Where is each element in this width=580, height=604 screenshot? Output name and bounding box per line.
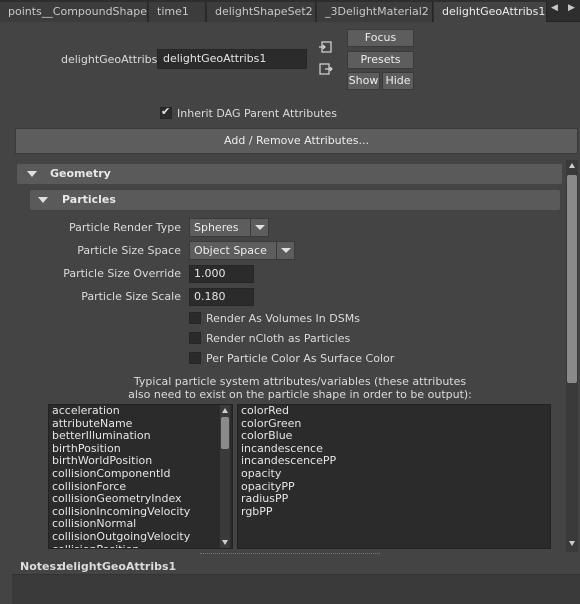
- chevron-down-icon: [250, 219, 268, 236]
- scroll-up-icon[interactable]: [569, 163, 575, 168]
- render-type-label: Particle Render Type: [68, 221, 181, 234]
- attribute-list-item[interactable]: collisionOutgoingVelocity: [49, 530, 232, 544]
- selected-attribute-list-item[interactable]: rgbPP: [238, 505, 550, 519]
- particle-info-text: Typical particle system attributes/varia…: [60, 375, 540, 401]
- node-name-label: delightGeoAttribs:: [61, 53, 162, 66]
- geometry-frame-header[interactable]: Geometry: [17, 164, 562, 184]
- size-override-field[interactable]: 1.000: [189, 265, 254, 283]
- selected-attribute-list-item[interactable]: colorRed: [238, 405, 550, 418]
- attribute-list-item[interactable]: collisionGeometryIndex: [49, 493, 232, 506]
- show-button[interactable]: Show: [347, 72, 380, 90]
- scroll-down-icon[interactable]: [569, 541, 575, 546]
- attribute-list-item[interactable]: acceleration: [49, 405, 232, 418]
- tab-time1[interactable]: time1: [149, 2, 206, 22]
- particles-frame-title: Particles: [62, 193, 116, 206]
- render-volumes-dsm-label: Render As Volumes In DSMs: [206, 312, 360, 325]
- per-particle-color-checkbox[interactable]: [189, 352, 201, 364]
- selected-attribute-list-item[interactable]: incandescencePP: [238, 455, 550, 468]
- per-particle-color-label: Per Particle Color As Surface Color: [206, 352, 395, 365]
- info-line-1: Typical particle system attributes/varia…: [133, 375, 467, 388]
- attribute-list-item[interactable]: collisionPosition: [49, 543, 232, 548]
- render-ncloth-checkbox[interactable]: [189, 332, 201, 344]
- scrollbar-thumb[interactable]: [567, 175, 577, 383]
- chevron-down-icon: [276, 242, 294, 259]
- notes-label: Notes:: [20, 560, 61, 573]
- size-override-label: Particle Size Override: [63, 267, 181, 280]
- selected-attribute-list-item[interactable]: colorBlue: [238, 430, 550, 443]
- tab-scroll-right-icon[interactable]: ▶: [568, 3, 575, 13]
- presets-button[interactable]: Presets: [347, 51, 414, 69]
- hide-button[interactable]: Hide: [382, 72, 414, 90]
- node-name-field[interactable]: delightGeoAttribs1: [157, 49, 307, 69]
- size-scale-field[interactable]: 0.180: [189, 288, 254, 306]
- size-scale-label: Particle Size Scale: [81, 290, 181, 303]
- add-remove-attributes-button[interactable]: Add / Remove Attributes...: [15, 128, 578, 154]
- scrollbar-thumb[interactable]: [221, 417, 229, 449]
- size-space-label: Particle Size Space: [77, 244, 181, 257]
- inherit-dag-label: Inherit DAG Parent Attributes: [177, 107, 337, 120]
- tab-bar: points__CompoundShape time1 delightShape…: [0, 0, 580, 22]
- render-ncloth-label: Render nCloth as Particles: [206, 332, 351, 345]
- geometry-frame-title: Geometry: [50, 167, 111, 180]
- render-type-value: Spheres: [194, 221, 239, 234]
- selected-attributes-list[interactable]: colorRed colorGreen colorBlue incandescence…: [237, 404, 551, 549]
- tab-3delightmaterial2[interactable]: _3DelightMaterial2: [317, 2, 433, 22]
- collapse-triangle-icon: [38, 197, 48, 203]
- pane-splitter[interactable]: [200, 553, 380, 555]
- inherit-dag-checkbox[interactable]: [160, 105, 172, 119]
- attribute-list-item[interactable]: betterIllumination: [49, 430, 232, 443]
- info-line-2: also need to exist on the particle shape…: [128, 388, 472, 401]
- selected-attribute-list-item[interactable]: opacity: [238, 467, 550, 481]
- tab-delightshapeset2[interactable]: delightShapeSet2: [207, 2, 316, 22]
- render-volumes-dsm-checkbox[interactable]: [189, 312, 201, 324]
- particles-frame-header[interactable]: Particles: [30, 190, 560, 210]
- size-space-dropdown[interactable]: Object Space: [189, 241, 295, 260]
- main-scrollbar[interactable]: [566, 160, 578, 552]
- notes-bar: Notes: delightGeoAttribs1: [0, 556, 580, 576]
- notes-text-area[interactable]: [12, 574, 580, 604]
- select-input-icon[interactable]: [319, 40, 333, 54]
- collapse-triangle-icon: [27, 171, 37, 177]
- render-type-dropdown[interactable]: Spheres: [189, 218, 269, 237]
- notes-node-name: delightGeoAttribs1: [58, 560, 177, 573]
- tab-points-compoundshape[interactable]: points__CompoundShape: [0, 2, 148, 22]
- attribute-list-item[interactable]: collisionComponentId: [49, 467, 232, 481]
- focus-button[interactable]: Focus: [347, 29, 414, 47]
- tab-scroll-left-icon[interactable]: ◀: [551, 3, 558, 13]
- size-space-value: Object Space: [194, 244, 267, 257]
- particle-attributes-list[interactable]: acceleration attributeName betterIlluminat…: [48, 404, 233, 549]
- tab-delightgeoattribs1[interactable]: delightGeoAttribs1: [434, 2, 547, 22]
- selected-attribute-list-item[interactable]: radiusPP: [238, 493, 550, 506]
- select-output-icon[interactable]: [319, 62, 333, 76]
- attributes-list-scrollbar[interactable]: [220, 405, 230, 548]
- scroll-up-icon[interactable]: [222, 408, 228, 413]
- scroll-down-icon[interactable]: [222, 540, 228, 545]
